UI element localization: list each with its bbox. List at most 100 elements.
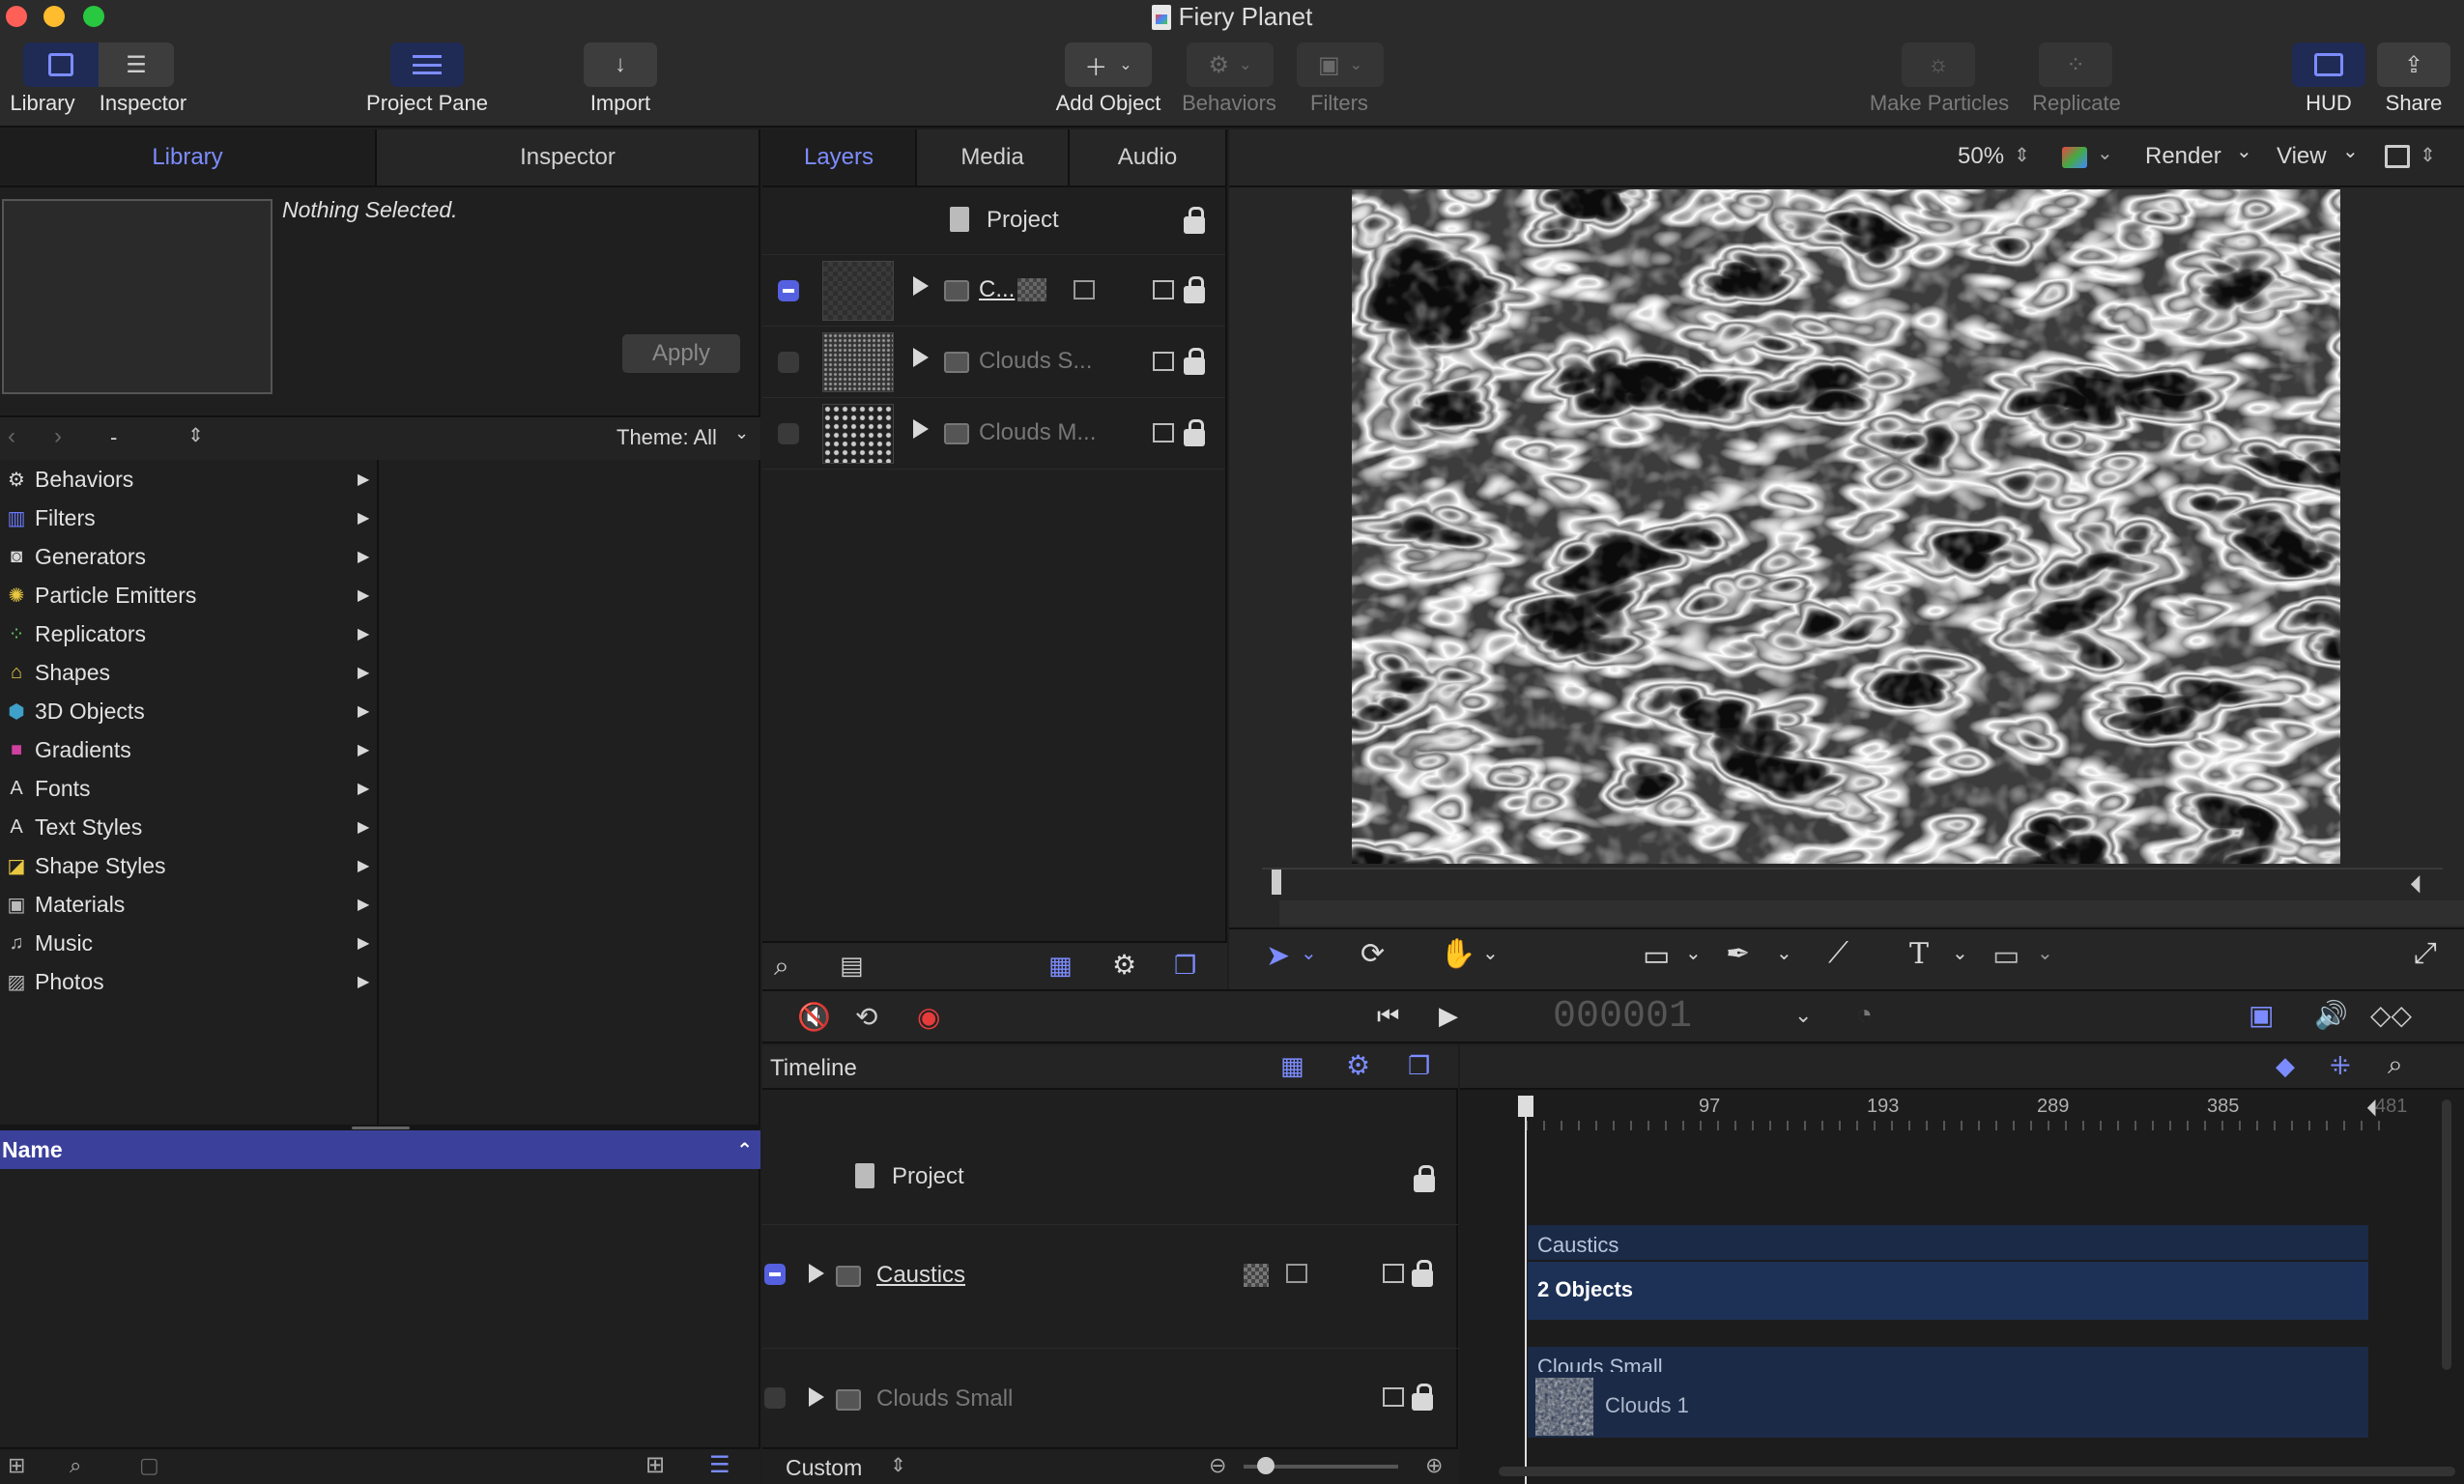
track-name[interactable]: Clouds Small [876, 1385, 1013, 1413]
layer-name[interactable]: C... [979, 276, 1015, 303]
gear-icon[interactable]: ⚙ [1346, 1049, 1370, 1081]
make-particles-button[interactable]: ☼ [1902, 43, 1975, 87]
library-category-music[interactable]: ♫ Music ▶ [0, 924, 377, 962]
caustics-group-bar[interactable] [1528, 1225, 2368, 1260]
masks-icon[interactable]: ❐ [1408, 1051, 1430, 1081]
disclosure-triangle-icon[interactable] [913, 348, 929, 367]
library-category-shapes[interactable]: ⌂ Shapes ▶ [0, 653, 377, 692]
behaviors-button[interactable]: ⚙ ⌄ [1187, 43, 1274, 87]
playhead[interactable] [1518, 1096, 1533, 1117]
thumbnail-toggle-icon[interactable]: ▤ [840, 951, 864, 981]
lock-icon[interactable] [1414, 1165, 1435, 1192]
bezier-pen-icon[interactable]: ✒ [1726, 937, 1750, 971]
masks-icon[interactable]: ❐ [1174, 951, 1196, 981]
timecode-display[interactable]: 000001 [1553, 995, 1692, 1039]
view-menu[interactable]: View [2277, 143, 2327, 170]
inspector-toolbar-button[interactable]: ☰ [99, 43, 174, 87]
fullscreen-icon[interactable]: ⤢ [2414, 937, 2437, 970]
disclosure-triangle-icon[interactable] [913, 276, 929, 296]
layer-row[interactable]: C... [762, 255, 1225, 327]
theme-filter-popup[interactable]: Theme: All [616, 425, 717, 450]
lock-icon[interactable] [1184, 276, 1205, 303]
library-category-behaviors[interactable]: ⚙ Behaviors ▶ [0, 460, 377, 499]
timeline-track-row[interactable]: Caustics [762, 1225, 1458, 1349]
track-name[interactable]: Caustics [876, 1262, 965, 1289]
replicate-button[interactable]: ⁘ [2039, 43, 2112, 87]
hud-button[interactable] [2292, 43, 2365, 87]
play-range-in-marker[interactable] [1272, 870, 1281, 895]
tab-layers[interactable]: Layers [762, 129, 915, 186]
updown-chevron-icon[interactable]: ⇕ [187, 423, 204, 447]
library-category-text-styles[interactable]: A Text Styles ▶ [0, 808, 377, 846]
layer-visibility-checkbox[interactable] [778, 280, 799, 301]
horizontal-scrollbar[interactable] [1499, 1467, 2455, 1476]
tab-media[interactable]: Media [915, 129, 1068, 186]
layer-visibility-checkbox[interactable] [778, 352, 799, 373]
library-category-materials[interactable]: ▣ Materials ▶ [0, 885, 377, 924]
caustics-contents-bar[interactable] [1528, 1262, 2368, 1320]
zoom-in-icon[interactable]: ⊕ [1425, 1453, 1443, 1478]
gear-icon[interactable]: ⚙ [1112, 949, 1136, 981]
lock-icon[interactable] [1184, 348, 1205, 375]
library-path-popup[interactable]: - [110, 425, 117, 450]
select-arrow-icon[interactable]: ➤ [1266, 939, 1290, 973]
canvas-render[interactable] [1352, 189, 2340, 864]
library-category-replicators[interactable]: ⁘ Replicators ▶ [0, 614, 377, 653]
render-menu[interactable]: Render [2145, 143, 2221, 170]
library-category-generators[interactable]: ◙ Generators ▶ [0, 537, 377, 576]
forward-arrow-icon[interactable]: › [54, 423, 62, 450]
add-object-button[interactable]: ＋ ⌄ [1065, 43, 1152, 87]
layer-visibility-checkbox[interactable] [778, 423, 799, 444]
name-column-header[interactable]: Name ⌃ [0, 1130, 760, 1169]
search-icon[interactable]: ⌕ [774, 951, 789, 983]
vertical-scrollbar[interactable] [2442, 1099, 2451, 1370]
disclosure-triangle-icon[interactable] [809, 1387, 824, 1407]
disclosure-triangle-icon[interactable] [913, 419, 929, 439]
transform-3d-icon[interactable]: ⟳ [1361, 937, 1385, 971]
zoom-preset-popup[interactable]: Custom [786, 1455, 862, 1481]
loop-icon[interactable]: ⟲ [855, 1001, 877, 1033]
project-pane-button[interactable] [390, 43, 464, 87]
layer-name[interactable]: Clouds M... [979, 419, 1096, 446]
zoom-to-fit-icon[interactable]: ⌕ [2388, 1049, 2403, 1081]
library-category-photos[interactable]: ▨ Photos ▶ [0, 962, 377, 1001]
checker-icon[interactable]: ▦ [1048, 951, 1073, 981]
lock-icon[interactable] [1412, 1384, 1433, 1411]
library-category-gradients[interactable]: ■ Gradients ▶ [0, 730, 377, 769]
speaker-icon[interactable]: 🔊 [2314, 999, 2348, 1031]
lock-icon[interactable] [1184, 419, 1205, 446]
library-category-particle-emitters[interactable]: ✺ Particle Emitters ▶ [0, 576, 377, 614]
filmstrip-icon[interactable]: ▣ [2249, 999, 2274, 1031]
library-category-shape-styles[interactable]: ◪ Shape Styles ▶ [0, 846, 377, 885]
filters-button[interactable]: ▣ ⌄ [1297, 43, 1384, 87]
mute-audio-icon[interactable]: 🔇 [797, 1001, 831, 1033]
track-visibility-checkbox[interactable] [764, 1264, 786, 1285]
play-range-out-marker[interactable]: ⏴ [2410, 870, 2422, 900]
checker-icon[interactable]: ▦ [1280, 1051, 1304, 1081]
apply-button[interactable]: Apply [622, 334, 740, 373]
library-category-fonts[interactable]: A Fonts ▶ [0, 769, 377, 808]
lock-icon[interactable] [1184, 207, 1205, 234]
hand-icon[interactable]: ✋ [1440, 937, 1476, 971]
tab-audio[interactable]: Audio [1068, 129, 1225, 186]
keyframe-nav-icon[interactable]: ◇◇ [2370, 999, 2412, 1031]
library-category-filters[interactable]: ▥ Filters ▶ [0, 499, 377, 537]
isolate-icon[interactable] [1286, 1264, 1307, 1283]
timeline-project-row[interactable]: Project [762, 1132, 1458, 1225]
speedometer-icon[interactable]: ◔ [1856, 999, 1873, 1030]
grid-view-icon[interactable]: ⊞ [645, 1451, 665, 1479]
chevron-down-icon[interactable]: ⌄ [1794, 1003, 1812, 1028]
import-button[interactable]: ↓ [584, 43, 657, 87]
new-folder-icon[interactable]: ⊞ [8, 1453, 25, 1478]
rectangle-tool-icon[interactable]: ▭ [1643, 939, 1670, 973]
back-arrow-icon[interactable]: ‹ [8, 423, 15, 450]
text-tool-icon[interactable]: T [1909, 937, 1929, 971]
library-toolbar-button[interactable] [23, 43, 99, 87]
tab-inspector[interactable]: Inspector [375, 129, 759, 186]
share-button[interactable]: ⇪ [2377, 43, 2450, 87]
mask-tool-icon[interactable]: ▭ [1992, 939, 2020, 973]
tab-library[interactable]: Library [0, 129, 375, 186]
preview-toggle-icon[interactable]: ▢ [139, 1453, 159, 1478]
list-view-icon[interactable]: ☰ [709, 1451, 731, 1479]
layer-name[interactable]: Clouds S... [979, 348, 1092, 375]
